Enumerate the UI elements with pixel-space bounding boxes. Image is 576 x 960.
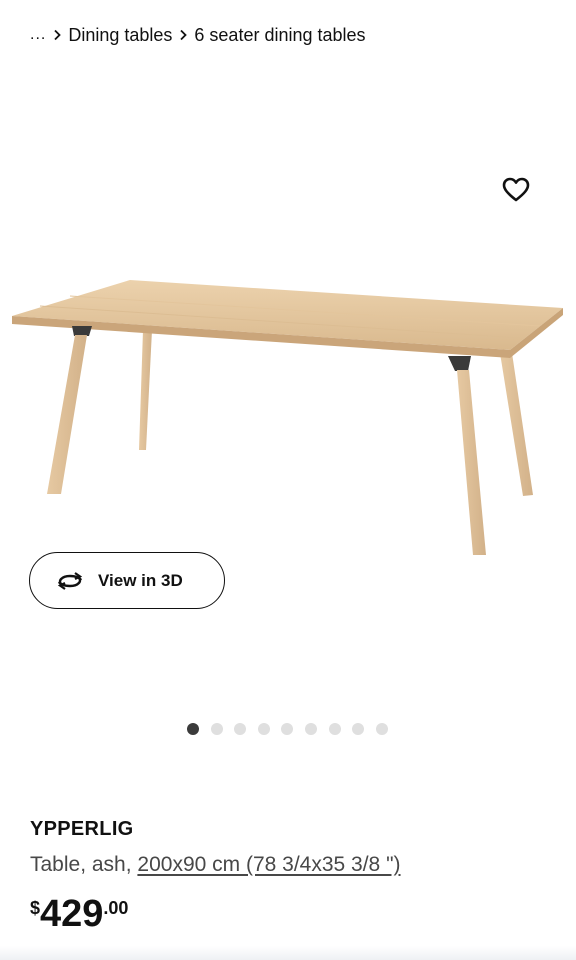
carousel-dot[interactable] bbox=[234, 723, 247, 735]
carousel-dot[interactable] bbox=[328, 723, 341, 735]
carousel-dot[interactable] bbox=[352, 723, 365, 735]
product-price: $ 429 .00 bbox=[30, 894, 128, 934]
chevron-right-icon bbox=[46, 29, 68, 41]
carousel-dot-active[interactable] bbox=[187, 723, 199, 735]
carousel-indicator bbox=[187, 723, 388, 735]
carousel-dot[interactable] bbox=[375, 723, 388, 735]
price-decimal: .00 bbox=[103, 898, 129, 918]
breadcrumb-dining-tables[interactable]: Dining tables bbox=[68, 25, 172, 46]
view-in-3d-button[interactable]: View in 3D bbox=[29, 552, 225, 609]
chevron-right-icon bbox=[172, 29, 194, 41]
carousel-dot[interactable] bbox=[304, 723, 317, 735]
breadcrumb-ellipsis[interactable]: ... bbox=[30, 26, 46, 44]
price-integer: 429 bbox=[40, 893, 104, 935]
product-description-text: Table, ash, bbox=[30, 853, 138, 876]
price-currency: $ bbox=[30, 898, 41, 918]
product-size-link[interactable]: 200x90 cm (78 3/4x35 3/8 ") bbox=[137, 853, 400, 876]
product-description: Table, ash, 200x90 cm (78 3/4x35 3/8 ") bbox=[30, 853, 401, 877]
heart-outline-icon bbox=[502, 177, 530, 202]
breadcrumb: ... Dining tables 6 seater dining tables bbox=[30, 22, 366, 48]
carousel-dot[interactable] bbox=[257, 723, 270, 735]
favorite-button[interactable] bbox=[498, 172, 534, 208]
product-image-table[interactable] bbox=[0, 268, 576, 568]
carousel-dot[interactable] bbox=[281, 723, 294, 735]
rotate-3d-icon bbox=[57, 571, 83, 590]
product-name: YPPERLIG bbox=[30, 818, 134, 840]
view-in-3d-label: View in 3D bbox=[98, 570, 183, 590]
bottom-edge bbox=[0, 946, 576, 960]
carousel-dot[interactable] bbox=[210, 723, 223, 735]
breadcrumb-6-seater-dining-tables[interactable]: 6 seater dining tables bbox=[194, 25, 365, 46]
